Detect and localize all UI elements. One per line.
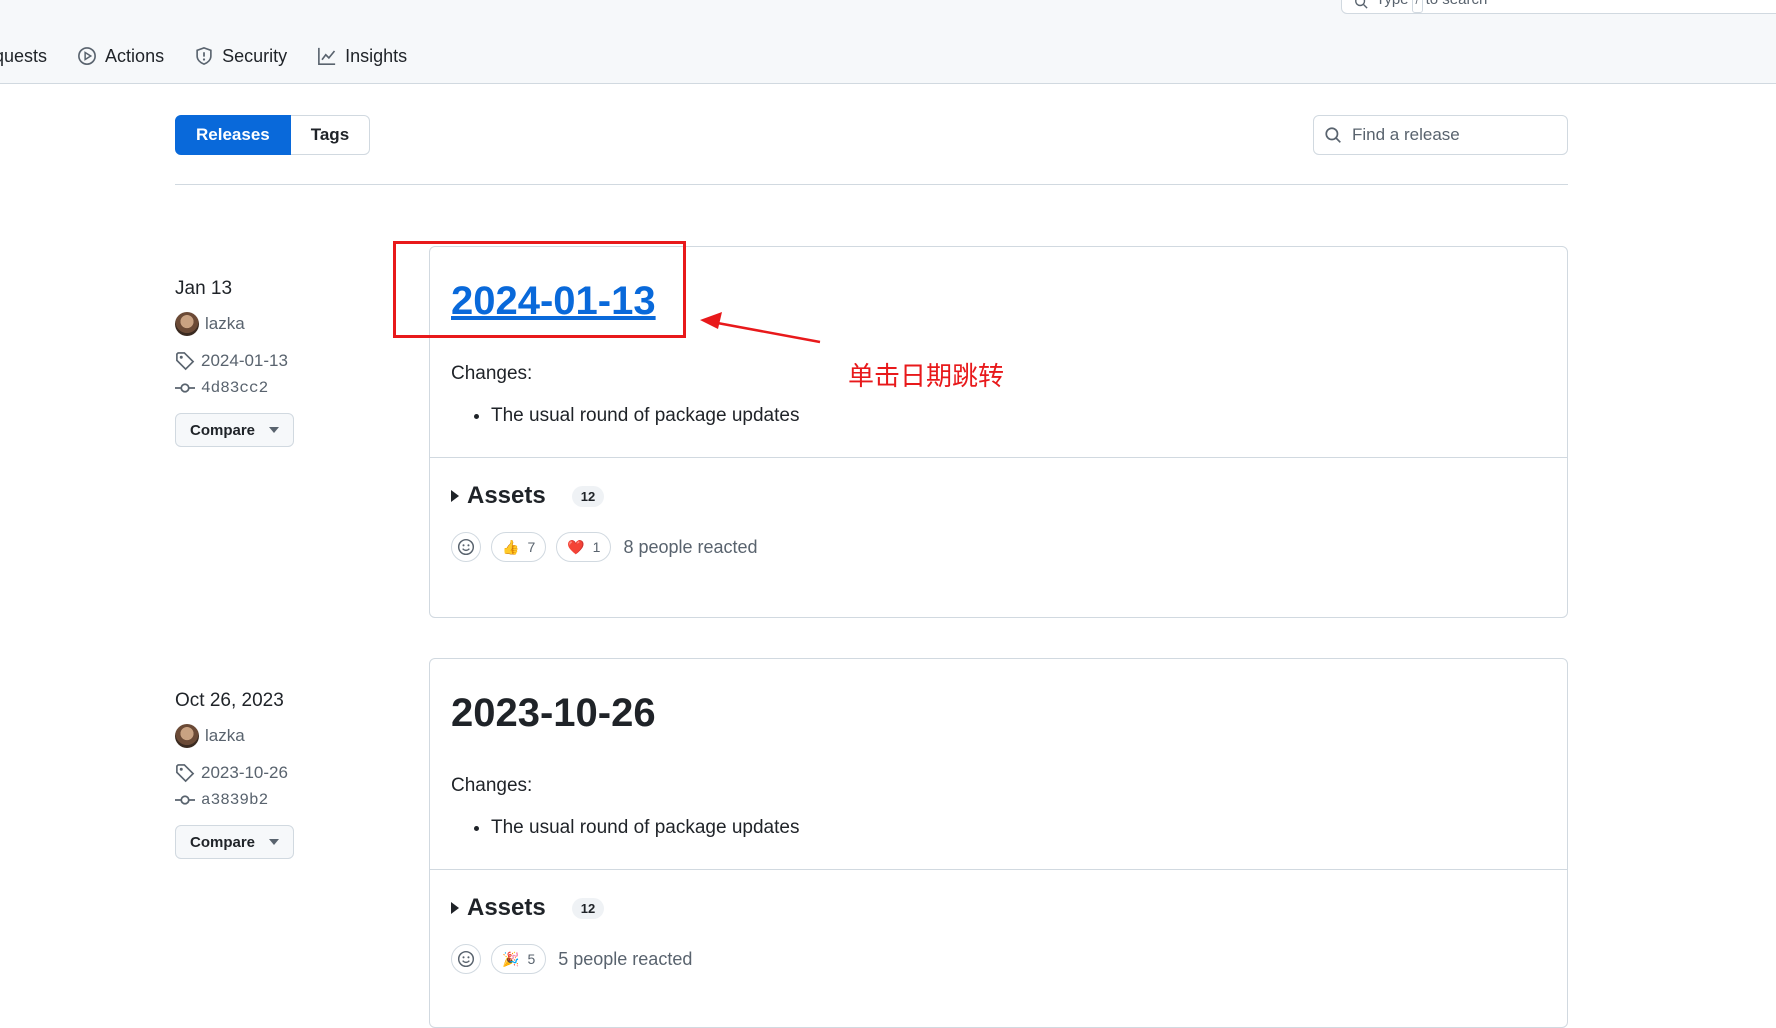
list-item: The usual round of package updates	[491, 405, 1546, 427]
reaction-thumbs-up[interactable]: 👍 7	[491, 532, 547, 562]
tab-actions[interactable]: Actions	[77, 46, 164, 67]
assets-section: Assets 12 👍 7 ❤️ 1 8 people reacted	[430, 457, 1567, 580]
release-meta: Oct 26, 2023 lazka 2023-10-26 a3839b2 Co…	[175, 690, 415, 859]
assets-toggle[interactable]: Assets 12	[451, 482, 1546, 510]
annotation-highlight-box	[393, 241, 686, 338]
tab-security-label: Security	[222, 45, 288, 66]
reaction-heart[interactable]: ❤️ 1	[556, 532, 612, 562]
search-icon	[1354, 0, 1368, 13]
changes-label: Changes:	[451, 775, 533, 796]
release-tag[interactable]: 2024-01-13	[175, 347, 415, 374]
assets-section: Assets 12 🎉 5 5 people reacted	[430, 869, 1567, 992]
avatar	[175, 723, 199, 748]
thumbs-up-icon: 👍	[502, 538, 520, 555]
assets-label: Assets	[467, 894, 546, 921]
tag-name: 2023-10-26	[201, 762, 288, 782]
tag-icon	[176, 763, 195, 782]
avatar	[175, 311, 199, 336]
reaction-count: 5	[527, 951, 536, 967]
party-popper-icon: 🎉	[502, 950, 520, 967]
release-commit[interactable]: 4d83cc2	[175, 374, 415, 401]
triangle-right-icon	[451, 902, 459, 914]
commit-sha: a3839b2	[201, 790, 269, 809]
search-icon	[1325, 127, 1341, 143]
commit-sha: 4d83cc2	[201, 378, 269, 397]
commit-icon	[175, 794, 195, 805]
find-release-field[interactable]	[1313, 115, 1568, 155]
release-commit[interactable]: a3839b2	[175, 786, 415, 813]
add-reaction-button[interactable]	[451, 532, 481, 562]
assets-count-badge: 12	[571, 485, 605, 507]
release-meta: Jan 13 lazka 2024-01-13 4d83cc2 Compare	[175, 278, 415, 447]
chevron-down-icon	[269, 839, 280, 845]
release-card: 2023-10-26 Changes: The usual round of p…	[429, 658, 1568, 1028]
release-notes: Changes: The usual round of package upda…	[451, 775, 1546, 839]
tab-insights-label: Insights	[345, 45, 408, 66]
compare-label: Compare	[190, 833, 256, 851]
reaction-count: 1	[592, 539, 601, 555]
global-search[interactable]: Type/to search	[1341, 0, 1776, 14]
reaction-hooray[interactable]: 🎉 5	[491, 944, 547, 974]
commit-icon	[175, 382, 195, 393]
tab-actions-label: Actions	[105, 45, 165, 66]
assets-label: Assets	[467, 482, 546, 509]
reacted-summary: 8 people reacted	[623, 536, 758, 557]
tab-pull-requests[interactable]: quests	[0, 46, 47, 67]
tags-tab[interactable]: Tags	[290, 115, 371, 155]
tag-name: 2024-01-13	[201, 350, 288, 370]
repo-nav: quests Actions Security Insights	[0, 38, 437, 74]
annotation-arrow-icon	[700, 312, 821, 344]
graph-icon	[318, 47, 336, 65]
reaction-count: 7	[527, 539, 536, 555]
add-reaction-button[interactable]	[451, 944, 481, 974]
release-author[interactable]: lazka	[175, 310, 415, 337]
tab-security[interactable]: Security	[194, 46, 287, 67]
repo-header: Type/to search quests Actions Security I…	[0, 0, 1776, 84]
compare-button[interactable]: Compare	[175, 413, 295, 447]
find-release-input[interactable]	[1352, 125, 1542, 145]
chevron-down-icon	[269, 427, 280, 433]
triangle-right-icon	[451, 490, 459, 502]
shield-icon	[196, 47, 212, 65]
releases-tags-switch: Releases Tags	[175, 115, 371, 155]
reactions-bar: 👍 7 ❤️ 1 8 people reacted	[451, 532, 1546, 562]
reacted-summary: 5 people reacted	[558, 948, 693, 969]
smiley-icon	[457, 950, 475, 968]
global-search-placeholder: Type/to search	[1376, 0, 1487, 13]
release-date: Jan 13	[175, 278, 233, 299]
author-name: lazka	[205, 313, 245, 333]
release-body: 2023-10-26 Changes: The usual round of p…	[430, 659, 1567, 869]
release-author[interactable]: lazka	[175, 722, 415, 749]
compare-button[interactable]: Compare	[175, 825, 295, 859]
tab-pull-requests-label: quests	[0, 45, 48, 66]
heart-icon: ❤️	[567, 538, 585, 555]
release-tag[interactable]: 2023-10-26	[175, 759, 415, 786]
reactions-bar: 🎉 5 5 people reacted	[451, 944, 1546, 974]
annotation-text: 单击日期跳转	[848, 362, 1005, 392]
divider	[175, 184, 1568, 185]
assets-count-badge: 12	[571, 897, 605, 919]
assets-toggle[interactable]: Assets 12	[451, 894, 1546, 922]
author-name: lazka	[205, 725, 245, 745]
tag-icon	[176, 351, 195, 370]
play-circle-icon	[78, 47, 96, 65]
tab-insights[interactable]: Insights	[317, 46, 407, 67]
releases-tab[interactable]: Releases	[175, 115, 291, 155]
compare-label: Compare	[190, 421, 256, 439]
smiley-icon	[457, 538, 475, 556]
release-date: Oct 26, 2023	[175, 690, 284, 711]
list-item: The usual round of package updates	[491, 817, 1546, 839]
release-title[interactable]: 2023-10-26	[451, 691, 1546, 735]
